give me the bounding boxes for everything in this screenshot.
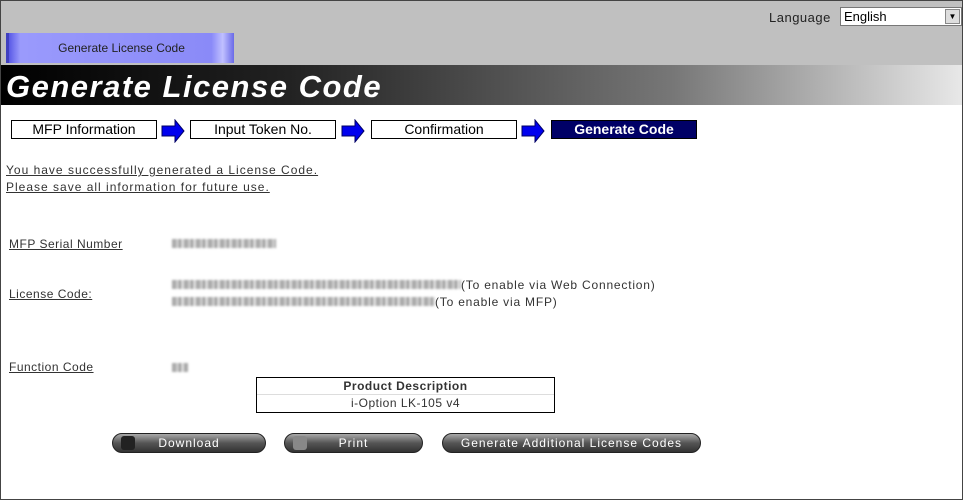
step-generate-code: Generate Code: [551, 120, 697, 139]
language-label: Language: [769, 10, 831, 25]
step-confirmation: Confirmation: [371, 120, 517, 139]
arrow-right-icon: [521, 119, 545, 143]
function-code-value: [172, 363, 188, 372]
save-message: Please save all information for future u…: [6, 180, 270, 194]
page-banner: Generate License Code: [1, 65, 962, 105]
print-label: Print: [338, 436, 369, 450]
tab-generate-license-code[interactable]: Generate License Code: [6, 33, 234, 63]
generate-additional-button[interactable]: Generate Additional License Codes: [442, 433, 701, 453]
license-code-label: License Code:: [9, 287, 93, 301]
arrow-right-icon: [161, 119, 185, 143]
top-bar: Language English ▼ Generate License Code: [1, 1, 962, 65]
success-message: You have successfully generated a Licens…: [6, 163, 319, 177]
print-icon: [293, 436, 307, 450]
download-icon: [121, 436, 135, 450]
license-note-web: (To enable via Web Connection): [461, 278, 656, 292]
function-code-label: Function Code: [9, 360, 94, 374]
license-note-mfp: (To enable via MFP): [435, 295, 558, 309]
chevron-down-icon: ▼: [945, 9, 960, 24]
arrow-right-icon: [341, 119, 365, 143]
step-input-token: Input Token No.: [190, 120, 336, 139]
product-description-value: i-Option LK-105 v4: [350, 396, 461, 410]
language-select[interactable]: English ▼: [840, 7, 962, 26]
serial-number-value: [172, 239, 276, 248]
print-button[interactable]: Print: [284, 433, 423, 453]
language-value: English: [844, 9, 887, 24]
product-description-table: Product Description i-Option LK-105 v4: [256, 377, 555, 413]
page-title: Generate License Code: [6, 69, 383, 104]
download-label: Download: [158, 436, 220, 450]
product-description-header: Product Description: [257, 378, 554, 395]
license-code-mfp-value: [172, 297, 435, 306]
step-mfp-information: MFP Information: [11, 120, 157, 139]
download-button[interactable]: Download: [112, 433, 266, 453]
license-code-web-value: [172, 280, 461, 289]
serial-number-label: MFP Serial Number: [9, 237, 123, 251]
